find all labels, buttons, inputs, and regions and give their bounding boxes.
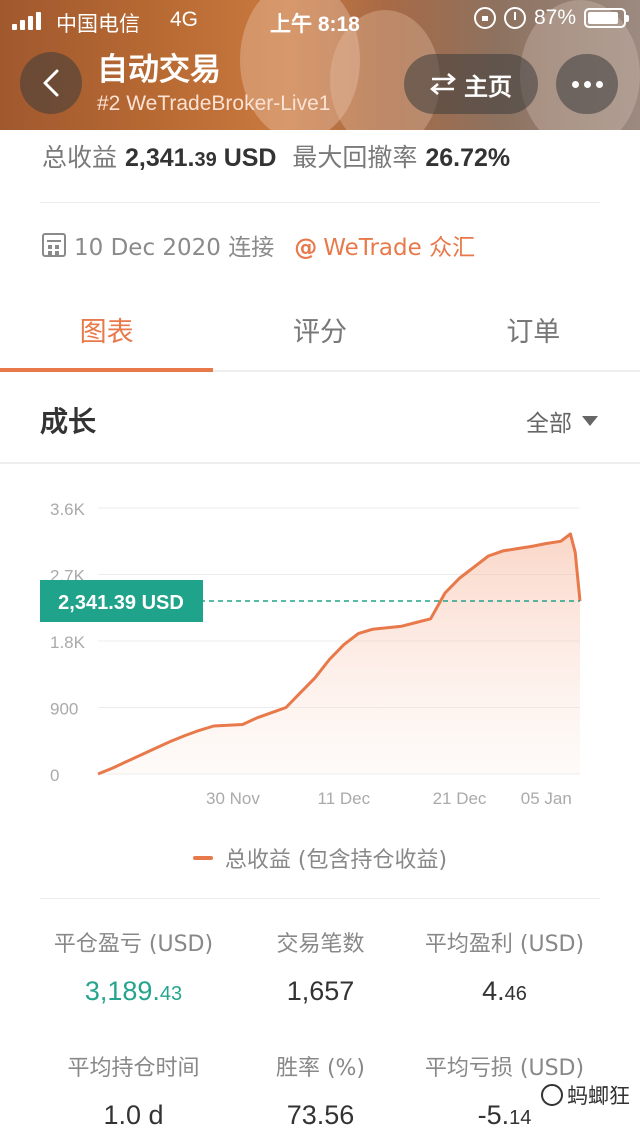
stat-trade-count: 交易笔数 1,657 xyxy=(276,932,365,1006)
alarm-icon xyxy=(503,7,526,29)
signal-icon xyxy=(12,12,41,30)
back-button[interactable] xyxy=(20,52,82,114)
growth-chart: 3.6K2.7K1.8K900030 Nov 11 Dec 21 Dec 05 Jan… xyxy=(40,500,582,808)
rotation-lock-icon xyxy=(473,7,496,29)
tab-bar: 图表 评分 订单 xyxy=(0,300,640,372)
y-tick-label: 0 xyxy=(50,766,59,785)
y-tick-label: 1.8K xyxy=(50,633,86,652)
tab-chart[interactable]: 图表 xyxy=(0,300,214,372)
tab-rating[interactable]: 评分 xyxy=(213,300,426,370)
total-profit-value: 2,341.39 USD xyxy=(124,144,277,172)
swap-icon xyxy=(430,73,456,95)
clock: 上午 8:18 xyxy=(270,13,360,36)
calendar-icon xyxy=(42,233,66,257)
connection-info: 10 Dec 2020 连接 @ WeTrade 众汇 xyxy=(42,228,475,262)
period-filter-dropdown[interactable]: 全部 xyxy=(526,404,598,438)
battery-percent: 87% xyxy=(533,6,576,29)
x-tick-label: 21 Dec xyxy=(433,789,487,808)
status-bar: 中国电信 4G 上午 8:18 87% xyxy=(0,0,640,40)
account-subtitle: #2 WeTradeBroker-Live1 xyxy=(97,92,331,115)
page-title: 自动交易 xyxy=(97,52,221,88)
max-drawdown-label: 最大回撤率 xyxy=(292,143,418,172)
current-value-label: 2,341.39 USD xyxy=(58,592,184,614)
max-drawdown-value: 26.72% xyxy=(425,144,511,172)
network-label: 4G xyxy=(170,8,199,31)
x-tick-label: 30 Nov xyxy=(206,789,260,808)
chart-legend: 总收益 (包含持仓收益) xyxy=(0,842,640,874)
stat-closed-pnl: 平仓盈亏 (USD) 3,189.43 xyxy=(53,932,214,1006)
x-tick-label: 11 Dec xyxy=(318,789,371,808)
divider xyxy=(40,898,600,899)
battery-icon xyxy=(584,8,629,28)
filter-label: 全部 xyxy=(526,411,572,437)
chevron-left-icon xyxy=(43,69,59,97)
header-bar: 中国电信 4G 上午 8:18 87% 自动交易 #2 WeTradeBroke… xyxy=(0,0,640,130)
home-button[interactable]: 主页 xyxy=(404,54,538,114)
x-tick-label: 05 Jan xyxy=(521,789,572,808)
total-profit-label: 总收益 xyxy=(42,143,118,172)
legend-swatch xyxy=(192,856,213,860)
watermark: 蚂蝍狂 xyxy=(541,1080,630,1110)
stat-avg-hold-time: 平均持仓时间 1.0 d xyxy=(67,1056,200,1130)
profit-summary: 总收益 2,341.39 USD 最大回撤率 26.72% xyxy=(42,138,510,174)
y-tick-label: 900 xyxy=(50,700,78,719)
connect-date: 10 Dec 2020 连接 xyxy=(74,235,275,261)
y-tick-label: 3.6K xyxy=(50,500,86,519)
legend-label: 总收益 (包含持仓收益) xyxy=(224,848,448,873)
series-area xyxy=(98,533,580,774)
watermark-logo-icon xyxy=(541,1084,563,1106)
tab-orders[interactable]: 订单 xyxy=(427,300,640,370)
carrier-label: 中国电信 xyxy=(56,13,140,36)
home-button-label: 主页 xyxy=(464,72,512,101)
more-dots-icon xyxy=(571,80,579,88)
more-menu-button[interactable] xyxy=(556,54,618,114)
stat-win-rate: 胜率 (%) 73.56 xyxy=(275,1056,366,1130)
growth-section-header: 成长 全部 xyxy=(0,374,640,464)
section-title: 成长 xyxy=(40,405,97,438)
caret-down-icon xyxy=(582,416,598,426)
broker-link[interactable]: @ WeTrade 众汇 xyxy=(294,228,475,262)
stat-avg-profit: 平均盈利 (USD) 4.46 xyxy=(424,932,585,1006)
divider xyxy=(40,202,600,203)
